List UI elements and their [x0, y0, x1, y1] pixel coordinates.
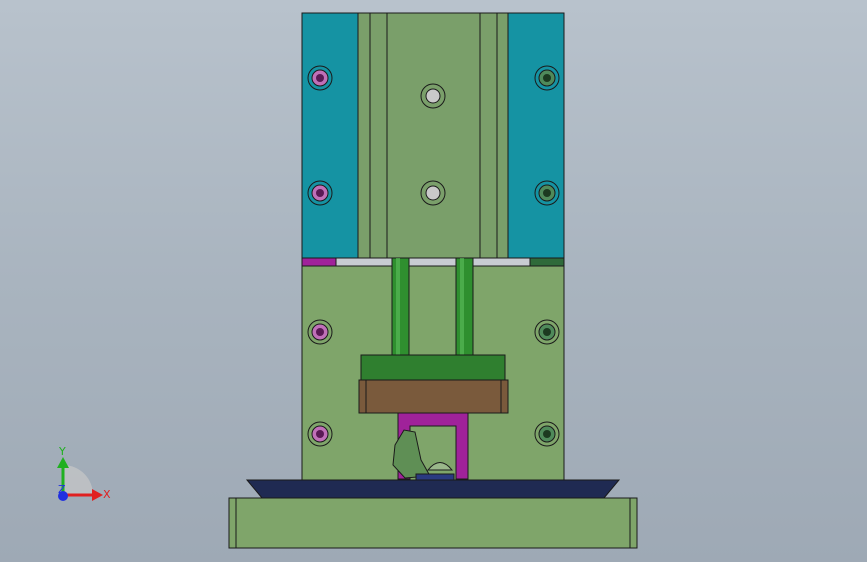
- bolt-green[interactable]: [534, 421, 560, 447]
- right-side-plate[interactable]: [507, 12, 565, 259]
- bolt-magenta[interactable]: [307, 65, 333, 91]
- bolt-magenta[interactable]: [307, 421, 333, 447]
- bolt-magenta[interactable]: [307, 319, 333, 345]
- guide-rod-right[interactable]: [455, 257, 474, 357]
- rod-highlight: [396, 258, 400, 356]
- center-hole[interactable]: [420, 180, 446, 206]
- y-arrow-head: [57, 457, 69, 468]
- cad-canvas[interactable]: Y X Z: [0, 0, 867, 562]
- y-axis-label: Y: [58, 445, 66, 458]
- z-axis-label: Z: [58, 483, 66, 496]
- bolt-magenta[interactable]: [307, 180, 333, 206]
- green-plate[interactable]: [360, 354, 506, 382]
- bolt-green[interactable]: [534, 180, 560, 206]
- left-side-plate[interactable]: [301, 12, 359, 259]
- triad-arc: [63, 465, 93, 495]
- base-tray[interactable]: [245, 479, 621, 499]
- guide-rod-left[interactable]: [391, 257, 410, 357]
- brown-plate[interactable]: [358, 379, 509, 414]
- rod-highlight: [460, 258, 464, 356]
- bolt-green[interactable]: [534, 65, 560, 91]
- model-viewport[interactable]: Y X Z: [0, 0, 867, 562]
- bolt-green[interactable]: [534, 319, 560, 345]
- upper-block-assembly[interactable]: [301, 12, 565, 259]
- coordinate-triad[interactable]: Y X Z: [57, 445, 111, 501]
- center-hole[interactable]: [420, 83, 446, 109]
- x-arrow-head: [92, 489, 103, 501]
- base-block[interactable]: [228, 497, 638, 549]
- separator-strip: [301, 257, 565, 267]
- x-axis-label: X: [103, 488, 111, 501]
